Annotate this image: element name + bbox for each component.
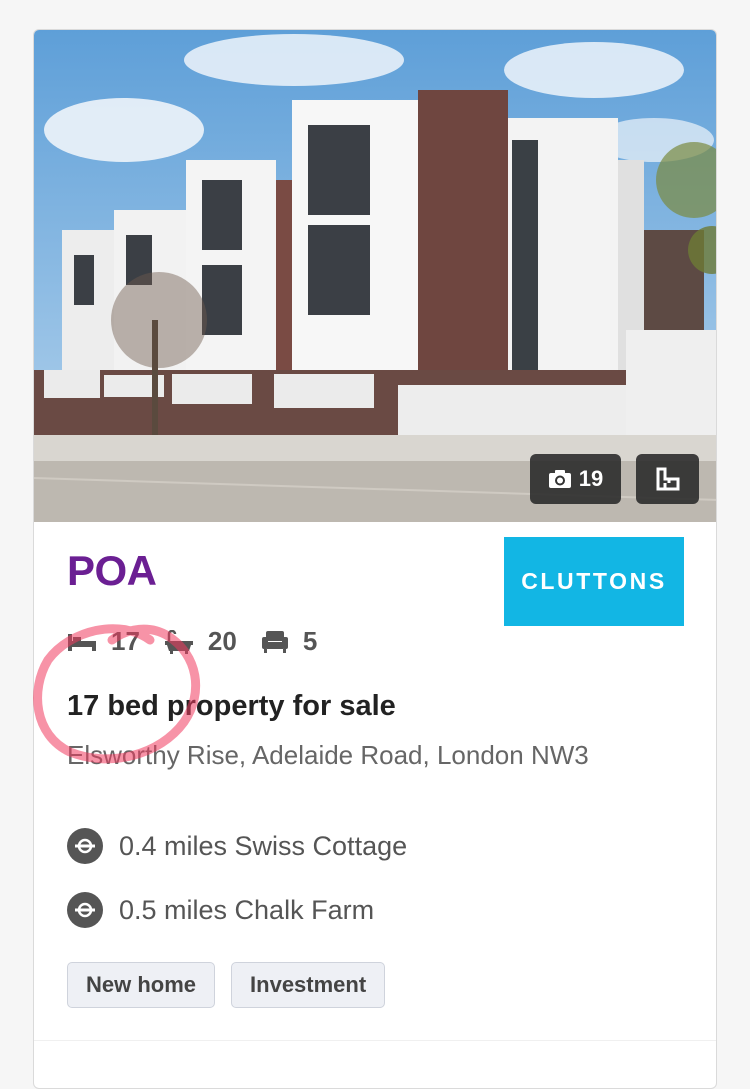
armchair-icon [261,630,288,653]
floorplan-button[interactable] [636,454,699,504]
photo-count: 19 [578,466,604,491]
tag-new-home[interactable]: New home [67,962,216,1008]
listing-address: Elsworthy Rise, Adelaide Road, London NW… [67,740,589,770]
station-label: 0.5 miles Chalk Farm [119,894,375,925]
card-divider [34,1040,716,1041]
photo-count-button[interactable]: 19 [530,454,621,504]
station-label: 0.4 miles Swiss Cottage [119,830,408,861]
underground-icon [67,892,103,928]
agent-name: CLUTTONS [521,568,667,594]
property-card[interactable]: 19 POA CLUTTONS 17 20 5 17 bed property … [33,29,717,1089]
bath-icon [164,629,193,654]
bathrooms-feature: 20 [164,626,237,657]
bedrooms-feature: 17 [67,626,140,657]
listing-title[interactable]: 17 bed property for sale [67,690,396,723]
agent-logo[interactable]: CLUTTONS [504,537,684,626]
tag-investment[interactable]: Investment [231,962,386,1008]
reception-count: 5 [302,626,318,656]
bedroom-count: 17 [111,626,140,656]
station-item: 0.4 miles Swiss Cottage [67,828,407,864]
underground-icon [67,828,103,864]
property-features: 17 20 5 [67,626,341,657]
floorplan-icon [656,467,679,491]
bed-icon [68,633,96,651]
bathroom-count: 20 [207,626,237,656]
receptions-feature: 5 [261,626,317,657]
listing-tags: New home Investment [67,962,401,1008]
price: POA [67,547,157,594]
station-item: 0.5 miles Chalk Farm [67,892,374,928]
camera-icon [548,470,571,488]
property-photo[interactable]: 19 [34,30,716,522]
